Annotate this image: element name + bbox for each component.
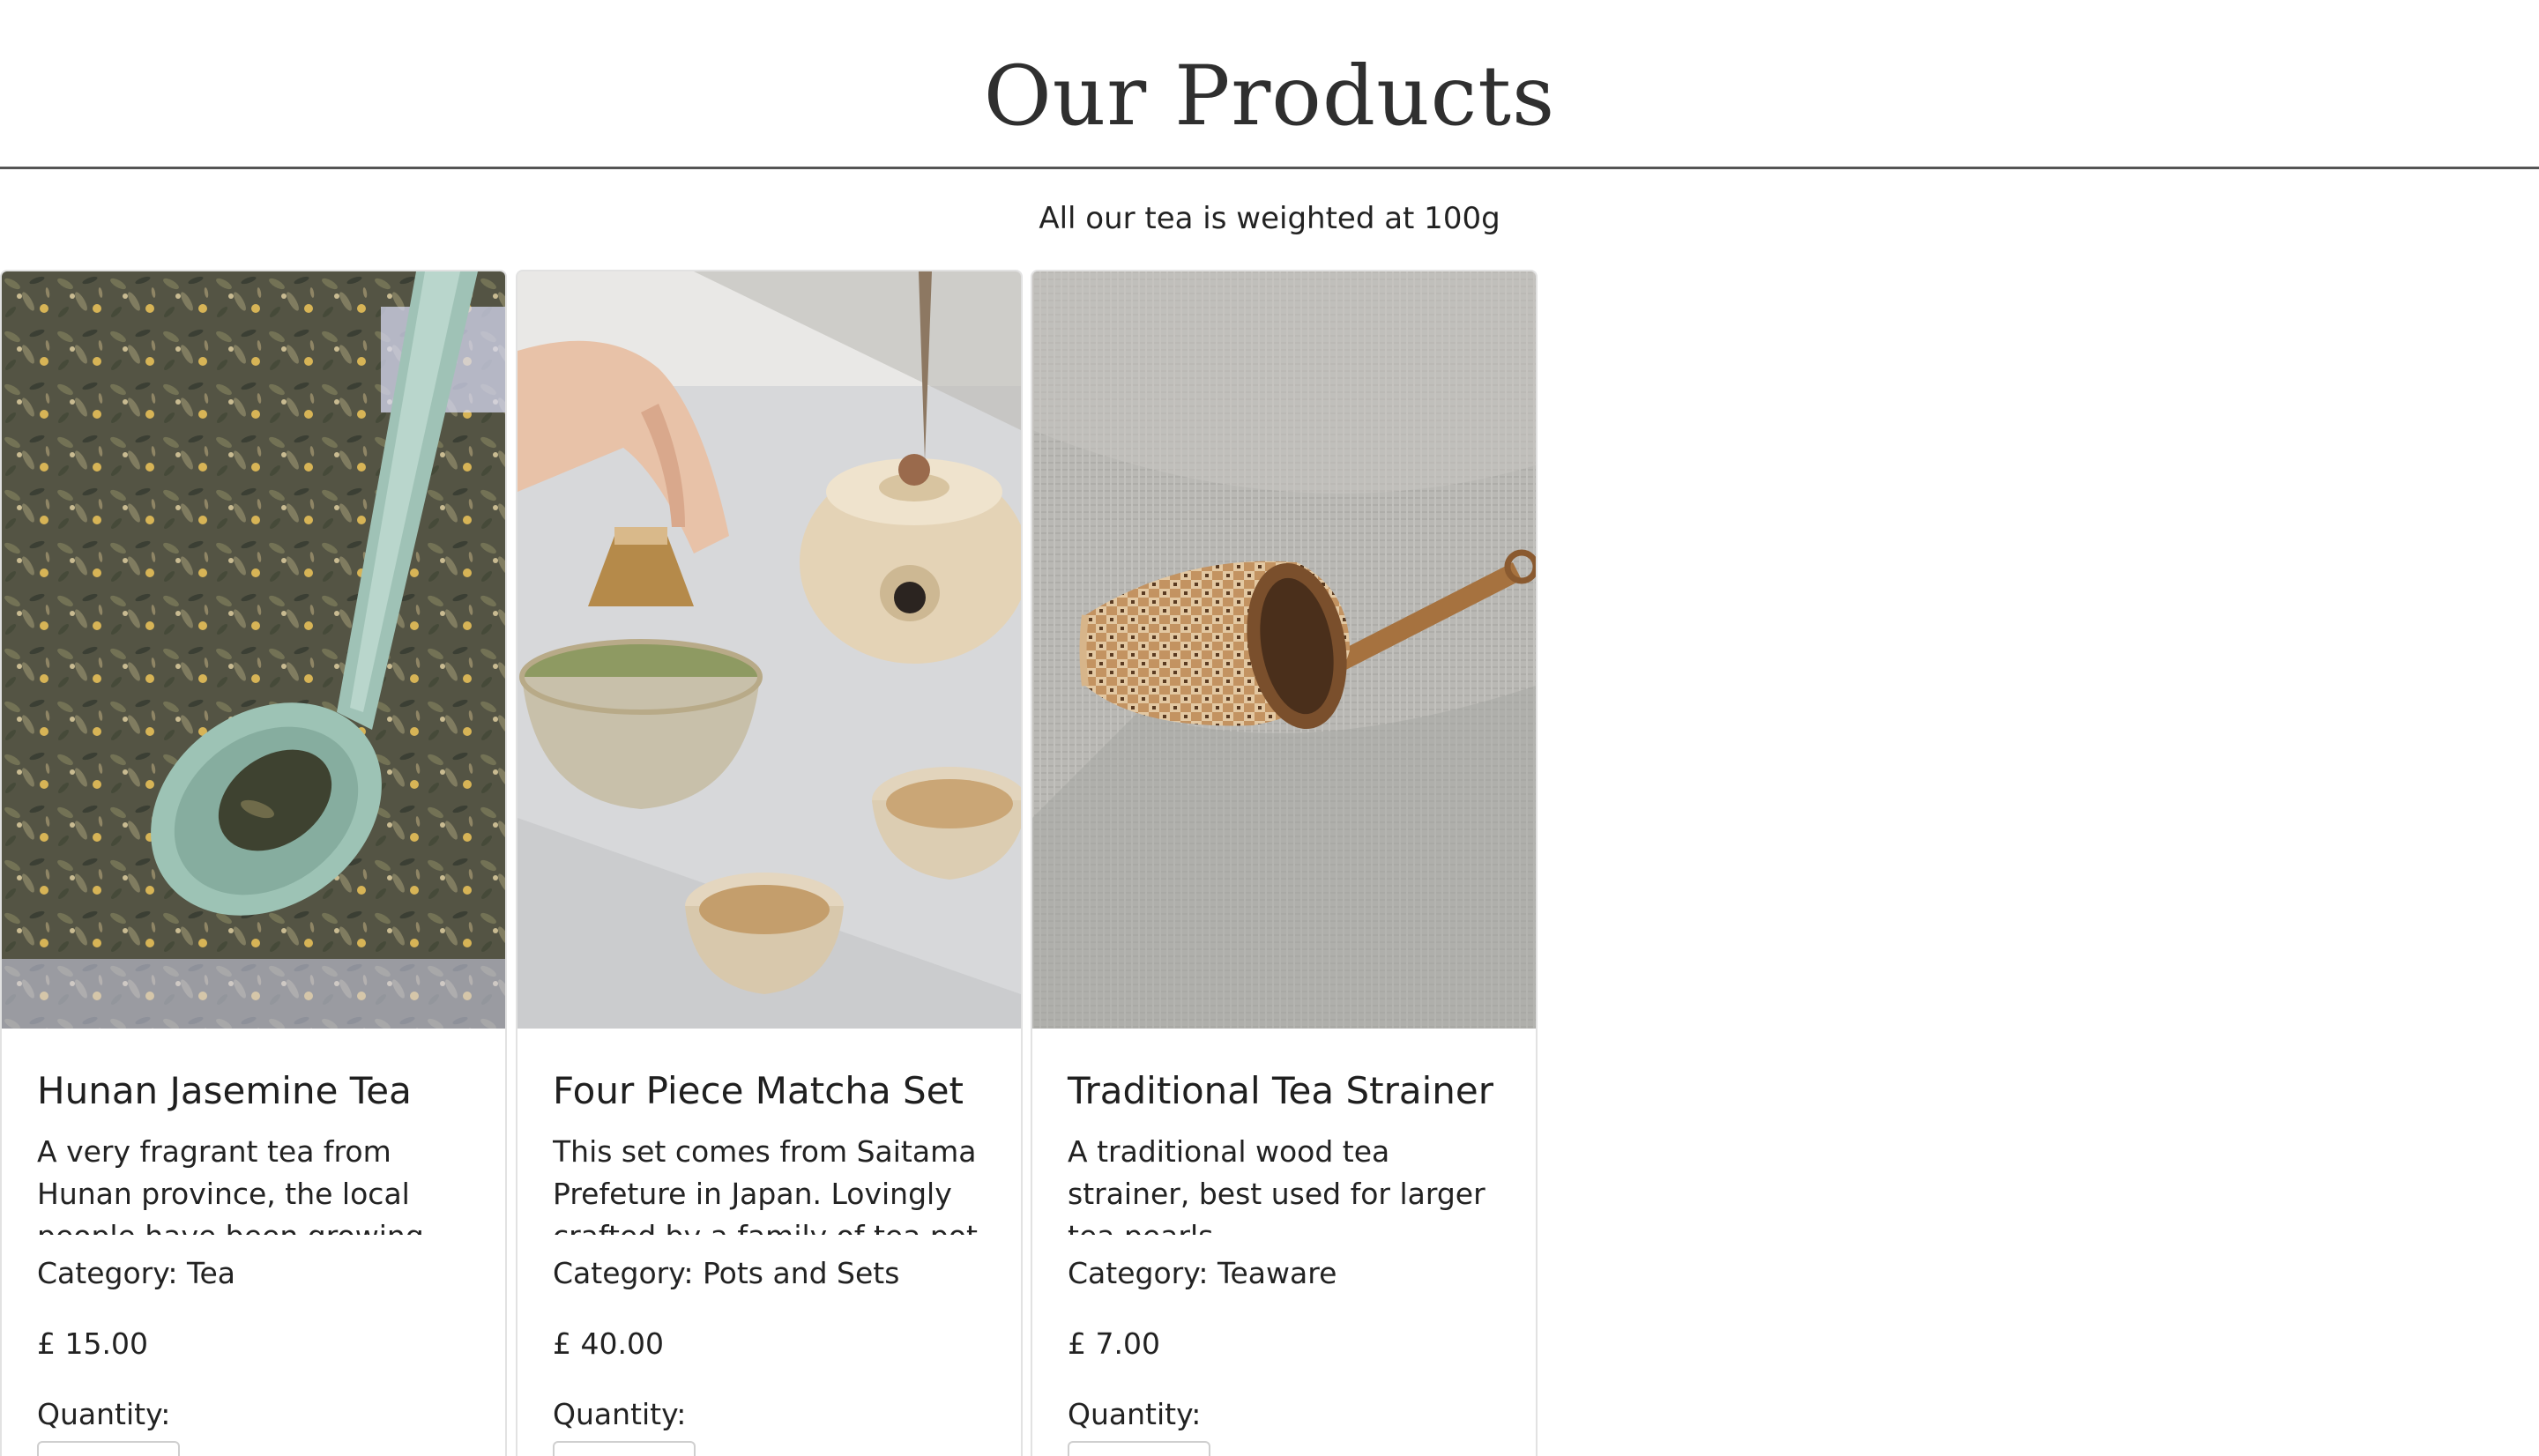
product-title: Hunan Jasemine Tea — [37, 1069, 412, 1112]
matcha-set-image — [517, 271, 1021, 1029]
product-image-tea-strainer[interactable] — [1032, 271, 1536, 1029]
product-category: Category: Teaware — [1068, 1256, 1337, 1290]
quantity-input[interactable] — [37, 1441, 180, 1456]
product-category: Category: Pots and Sets — [553, 1256, 900, 1290]
loose-leaf-tea-image — [2, 271, 505, 1029]
product-card: Four Piece Matcha Set This set comes fro… — [516, 270, 1023, 1456]
product-image-tea-leaves[interactable] — [2, 271, 505, 1029]
product-price: £ 40.00 — [553, 1326, 664, 1361]
product-card-body: Four Piece Matcha Set This set comes fro… — [553, 1029, 989, 1456]
product-price: £ 7.00 — [1068, 1326, 1160, 1361]
quantity-input[interactable] — [553, 1441, 696, 1456]
product-description: A very fragrant tea from Hunan province,… — [37, 1134, 424, 1235]
product-card: Hunan Jasemine Tea A very fragrant tea f… — [0, 270, 507, 1456]
page-title: Our Products — [983, 48, 1556, 145]
tea-strainer-image — [1032, 271, 1536, 1029]
product-description: A traditional wood tea strainer, best us… — [1068, 1134, 1485, 1235]
quantity-label: Quantity: — [553, 1397, 687, 1431]
quantity-label: Quantity: — [37, 1397, 171, 1431]
product-description: This set comes from Saitama Prefeture in… — [553, 1134, 978, 1235]
product-title: Four Piece Matcha Set — [553, 1069, 964, 1112]
product-grid: Hunan Jasemine Tea A very fragrant tea f… — [0, 270, 1541, 1456]
product-category: Category: Tea — [37, 1256, 236, 1290]
page-subtitle: All our tea is weighted at 100g — [1039, 201, 1500, 236]
product-card: Traditional Tea Strainer A traditional w… — [1031, 270, 1538, 1456]
quantity-input[interactable] — [1068, 1441, 1210, 1456]
page-header: Our Products — [0, 0, 2539, 169]
product-title: Traditional Tea Strainer — [1068, 1069, 1493, 1112]
product-price: £ 15.00 — [37, 1326, 148, 1361]
quantity-label: Quantity: — [1068, 1397, 1202, 1431]
product-image-matcha-set[interactable] — [517, 271, 1021, 1029]
product-card-body: Hunan Jasemine Tea A very fragrant tea f… — [37, 1029, 473, 1456]
product-card-body: Traditional Tea Strainer A traditional w… — [1068, 1029, 1504, 1456]
